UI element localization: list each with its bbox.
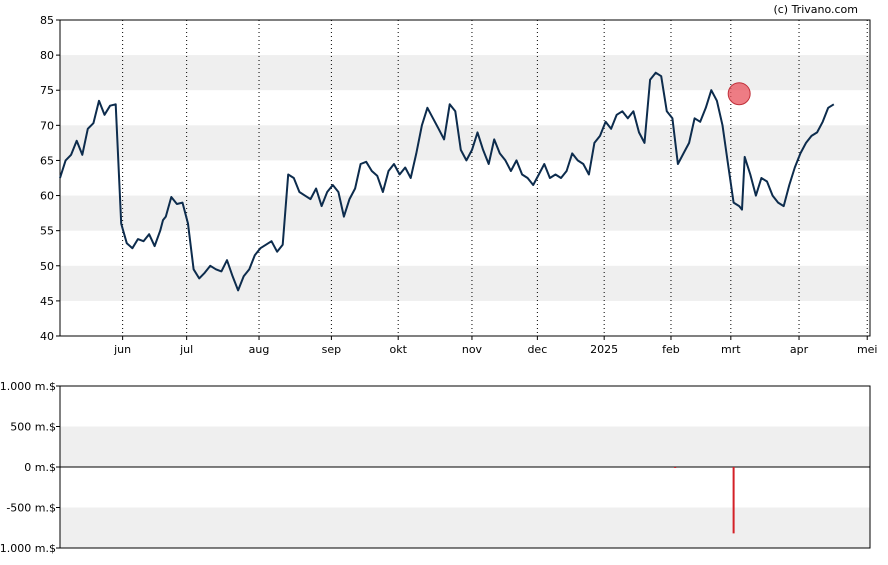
price-band (60, 55, 870, 91)
volume-y-tick-label: -500 m.$ (6, 502, 56, 515)
volume-y-tick-label: 500 m.$ (10, 421, 56, 434)
price-band (60, 195, 870, 231)
volume-band (60, 507, 870, 548)
x-tick-label: 2025 (590, 343, 618, 356)
chart-figure: 40 45 50 55 60 65 70 75 80 85 jun jul aug sep okt nov d… (0, 0, 888, 565)
x-tick-label: aug (249, 343, 270, 356)
y-tick-label: 60 (40, 190, 54, 203)
volume-y-tick-label: 1.000 m.$ (0, 380, 56, 393)
price-band (60, 265, 870, 301)
y-tick-label: 80 (40, 49, 54, 62)
price-line (59, 71, 835, 292)
chart-svg: 40 45 50 55 60 65 70 75 80 85 jun jul aug sep okt nov d… (0, 3, 877, 555)
y-tick-label: 45 (40, 295, 54, 308)
y-tick-label: 70 (40, 119, 54, 132)
credit-text: (c) Trivano.com (773, 3, 858, 16)
x-tick-label: feb (662, 343, 680, 356)
x-tick-label: nov (462, 343, 483, 356)
y-tick-label: 65 (40, 154, 54, 167)
y-tick-label: 40 (40, 330, 54, 343)
x-tick-label: jul (179, 343, 193, 356)
x-tick-label: mei (857, 343, 878, 356)
event-marker (727, 82, 751, 106)
x-tick-label: dec (527, 343, 547, 356)
volume-panel-bands (60, 426, 870, 548)
y-tick-label: 50 (40, 260, 54, 273)
volume-y-tick-label: 0 m.$ (24, 461, 56, 474)
x-tick-label: mrt (721, 343, 741, 356)
x-tick-label: jun (113, 343, 131, 356)
price-panel-y-ticks: 40 45 50 55 60 65 70 75 80 85 (40, 14, 60, 343)
volume-y-tick-label: -1.000 m.$ (0, 542, 56, 555)
y-tick-label: 85 (40, 14, 54, 27)
y-tick-label: 55 (40, 225, 54, 238)
x-tick-label: apr (790, 343, 809, 356)
x-tick-label: okt (389, 343, 407, 356)
x-tick-label: sep (322, 343, 341, 356)
volume-panel-y-ticks: -1.000 m.$ -500 m.$ 0 m.$ 500 m.$ 1.000 m.$ (0, 380, 60, 555)
y-tick-label: 75 (40, 84, 54, 97)
volume-band (60, 426, 870, 467)
price-panel-x-ticks: jun jul aug sep okt nov dec 2025 feb mrt apr mei (113, 336, 877, 356)
price-band (60, 125, 870, 161)
